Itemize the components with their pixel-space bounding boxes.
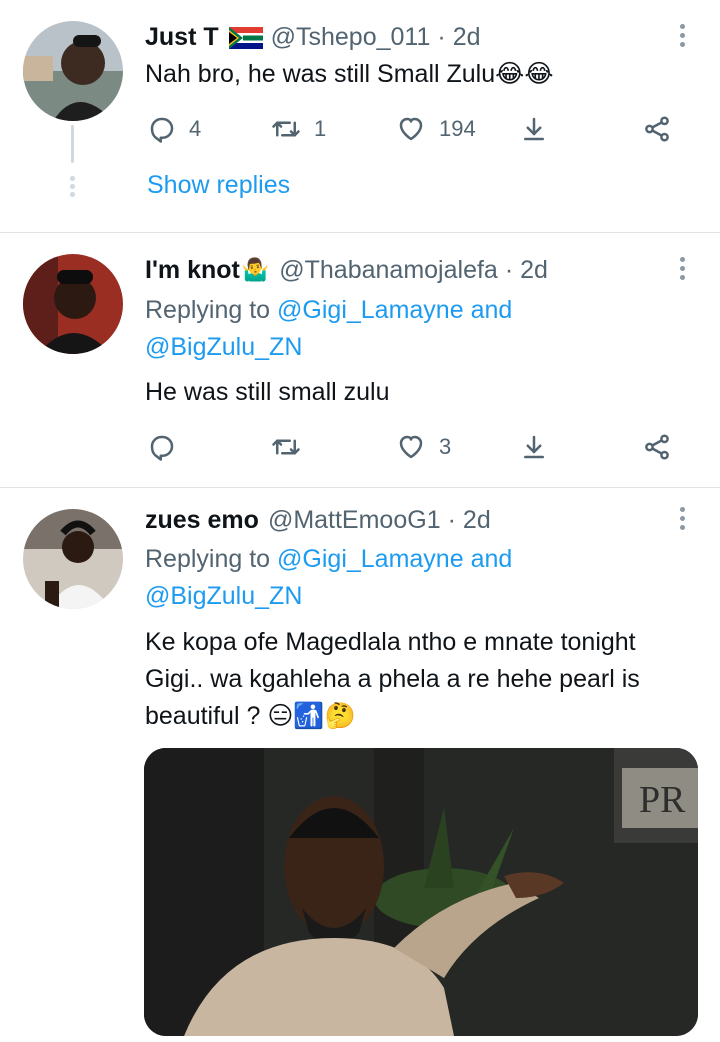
mention-gigi-lamayne[interactable]: @Gigi_Lamayne xyxy=(277,545,464,573)
timestamp[interactable]: 2d xyxy=(453,23,481,52)
tweet-text: Nah bro, he was still Small Zulu😂😂 xyxy=(145,60,554,88)
bookmark-button[interactable] xyxy=(519,430,549,464)
retweet-count: 1 xyxy=(314,116,327,141)
tweet-header: I'm knot 🤷‍♂️ @Thabanamojalefa · 2d xyxy=(145,253,548,287)
media-scene xyxy=(144,748,698,1036)
display-name[interactable]: I'm knot xyxy=(145,256,240,285)
share-button[interactable] xyxy=(642,112,672,146)
more-options-icon[interactable] xyxy=(677,24,687,51)
bookmark-icon xyxy=(524,435,544,459)
mention-bigzulu-zn[interactable]: @BigZulu_ZN xyxy=(145,582,302,610)
tweet-header: zues emo @MattEmooG1 · 2d xyxy=(145,503,491,537)
retweet-button[interactable] xyxy=(270,430,314,464)
tweet-text-line-1: Ke kopa ofe Magedlala ntho e mnate tonig… xyxy=(145,628,636,656)
retweet-icon xyxy=(272,121,300,137)
tweet-actions: 4 1 194 xyxy=(145,112,685,146)
tweet-text-line-2: Gigi.. wa kgahleha a phela a re hehe pea… xyxy=(145,665,640,693)
user-handle[interactable]: @Tshepo_011 xyxy=(271,23,431,52)
reply-icon xyxy=(150,435,174,461)
more-options-icon[interactable] xyxy=(677,507,687,534)
like-button[interactable]: 194 xyxy=(395,112,476,146)
thread-continuation-dots xyxy=(70,176,76,200)
reply-count: 4 xyxy=(189,116,202,141)
media-sign-text: PR xyxy=(639,779,686,821)
reply-button[interactable]: 4 xyxy=(147,112,201,146)
person-shrugging-emoji: 🤷‍♂️ xyxy=(241,257,270,282)
replying-to-label: Replying to xyxy=(145,296,271,324)
tweet-text-line-3: beautiful ? 😑🚮🤔 xyxy=(145,702,356,730)
tweet-1[interactable]: Just T @Tshepo_011 · 2d Nah bro, he was … xyxy=(0,0,720,232)
avatar-just-t-image xyxy=(23,21,123,121)
timestamp[interactable]: 2d xyxy=(463,506,491,535)
display-name[interactable]: Just T xyxy=(145,23,219,52)
timestamp[interactable]: 2d xyxy=(520,256,548,285)
replying-to-label: Replying to xyxy=(145,545,271,573)
user-handle[interactable]: @Thabanamojalefa xyxy=(279,256,498,285)
tweet-media-image[interactable]: PR xyxy=(144,748,698,1036)
mention-gigi-lamayne[interactable]: @Gigi_Lamayne xyxy=(277,296,464,324)
like-count: 3 xyxy=(439,434,452,459)
like-button[interactable]: 3 xyxy=(395,430,451,464)
separator-dot: · xyxy=(504,255,514,284)
tweet-text: He was still small zulu xyxy=(145,378,390,406)
separator-dot: · xyxy=(437,22,446,51)
replying-and: and xyxy=(470,296,513,324)
bookmark-button[interactable] xyxy=(519,112,549,146)
user-handle[interactable]: @MattEmooG1 xyxy=(268,506,441,535)
like-count: 194 xyxy=(439,116,476,141)
avatar-zues-emo-image xyxy=(23,509,123,609)
replying-to: Replying to @Gigi_Lamayne and @BigZulu_Z… xyxy=(145,292,705,366)
more-options-icon[interactable] xyxy=(677,257,687,284)
separator-dot: · xyxy=(447,505,456,534)
avatar-just-t[interactable] xyxy=(23,21,123,121)
heart-icon xyxy=(399,117,423,141)
tweet-2[interactable]: I'm knot 🤷‍♂️ @Thabanamojalefa · 2d Repl… xyxy=(0,233,720,487)
reply-icon xyxy=(150,117,174,143)
retweet-icon xyxy=(272,439,300,455)
show-replies-link[interactable]: Show replies xyxy=(147,171,290,200)
share-button[interactable] xyxy=(642,430,672,464)
avatar-zues-emo[interactable] xyxy=(23,509,123,609)
tweet-header: Just T @Tshepo_011 · 2d xyxy=(145,20,481,54)
bookmark-icon xyxy=(524,117,544,141)
replying-to: Replying to @Gigi_Lamayne and @BigZulu_Z… xyxy=(145,541,705,615)
retweet-button[interactable]: 1 xyxy=(270,112,326,146)
display-name[interactable]: zues emo xyxy=(145,506,259,535)
flag-icon xyxy=(228,27,263,49)
mention-bigzulu-zn[interactable]: @BigZulu_ZN xyxy=(145,333,302,361)
avatar-im-knot[interactable] xyxy=(23,254,123,354)
thread-line xyxy=(71,125,74,163)
avatar-im-knot-image xyxy=(23,254,123,354)
tweet-text: Ke kopa ofe Magedlala ntho e mnate tonig… xyxy=(145,624,705,735)
reply-button[interactable] xyxy=(147,430,189,464)
tweet-actions: 3 xyxy=(145,430,685,464)
share-icon xyxy=(645,434,669,460)
share-icon xyxy=(645,116,669,142)
replying-and: and xyxy=(470,545,513,573)
heart-icon xyxy=(399,435,423,459)
